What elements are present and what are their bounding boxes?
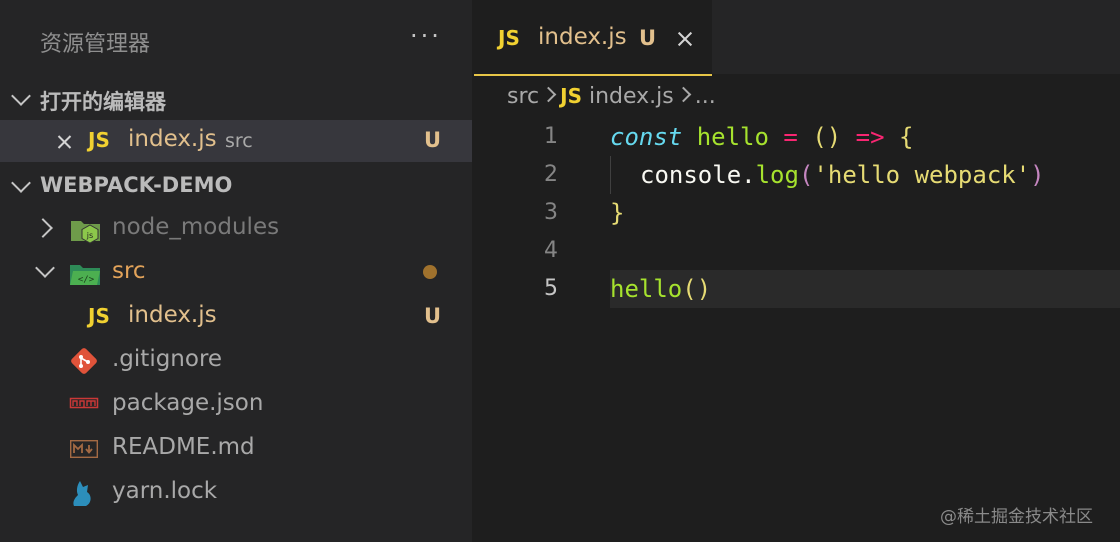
tree-item-label: index.js bbox=[128, 302, 217, 328]
code-line[interactable]: 2 console.log('hello webpack') bbox=[474, 156, 1120, 194]
tree-item-src[interactable]: </> src bbox=[0, 252, 472, 294]
node-folder-icon: js bbox=[71, 221, 100, 244]
tab-filename: index.js bbox=[538, 24, 627, 50]
breadcrumb-file[interactable]: index.js bbox=[589, 84, 674, 109]
tree-item-label: .gitignore bbox=[112, 346, 223, 372]
code-text: const hello = () => { bbox=[610, 123, 914, 151]
tree-item-label: src bbox=[112, 258, 146, 284]
untracked-badge: U bbox=[424, 304, 442, 328]
chevron-right-icon bbox=[33, 218, 53, 238]
chevron-down-icon bbox=[11, 86, 31, 106]
tree-item-readme[interactable]: README.md bbox=[0, 428, 472, 470]
tree-item-index-js[interactable]: JS index.js U bbox=[0, 296, 472, 338]
open-editor-folder: src bbox=[225, 130, 253, 152]
code-text: console.log('hello webpack') bbox=[640, 161, 1045, 189]
src-folder-icon: </> bbox=[70, 265, 100, 285]
explorer-sidebar: 资源管理器 ··· 打开的编辑器 JS index.js src U WEBPA… bbox=[0, 0, 472, 542]
git-icon bbox=[71, 348, 97, 374]
tree-item-label: node_modules bbox=[112, 214, 280, 240]
modified-indicator-dot bbox=[423, 265, 437, 279]
line-number: 2 bbox=[544, 162, 558, 187]
explorer-header: 资源管理器 ··· bbox=[0, 0, 472, 80]
tree-item-label: yarn.lock bbox=[112, 478, 218, 504]
explorer-title: 资源管理器 bbox=[40, 32, 151, 57]
project-label: WEBPACK-DEMO bbox=[40, 173, 233, 197]
open-editors-section-header[interactable]: 打开的编辑器 bbox=[0, 78, 472, 118]
open-editor-item-index-js[interactable]: JS index.js src U bbox=[0, 120, 472, 162]
more-actions-icon[interactable]: ··· bbox=[410, 22, 442, 50]
chevron-down-icon bbox=[11, 173, 31, 193]
close-icon[interactable] bbox=[56, 132, 73, 149]
javascript-file-icon: JS bbox=[88, 128, 110, 152]
line-number: 4 bbox=[544, 238, 558, 263]
chevron-down-icon bbox=[35, 258, 55, 278]
open-editor-filename: index.js bbox=[128, 126, 217, 152]
indent-guide bbox=[610, 156, 611, 194]
line-number: 3 bbox=[544, 200, 558, 225]
watermark: @稀土掘金技术社区 bbox=[940, 507, 1093, 527]
breadcrumb: src JS index.js... bbox=[507, 84, 716, 112]
npm-icon bbox=[69, 397, 99, 409]
code-line-current[interactable]: 5 hello() bbox=[474, 270, 1120, 308]
tree-item-label: README.md bbox=[112, 434, 255, 460]
tree-item-package-json[interactable]: package.json bbox=[0, 384, 472, 426]
breadcrumb-more[interactable]: ... bbox=[695, 84, 716, 109]
code-text: hello() bbox=[610, 275, 712, 303]
tab-close-icon[interactable] bbox=[676, 29, 694, 47]
tree-item-yarn-lock[interactable]: yarn.lock bbox=[0, 472, 472, 514]
untracked-badge: U bbox=[424, 128, 442, 152]
line-number: 5 bbox=[544, 276, 558, 301]
code-text: } bbox=[610, 199, 625, 227]
project-section-header[interactable]: WEBPACK-DEMO bbox=[0, 165, 472, 205]
svg-text:js: js bbox=[86, 231, 93, 240]
tab-untracked-badge: U bbox=[639, 26, 657, 50]
tab-index-js[interactable]: JS index.js U bbox=[474, 0, 712, 76]
chevron-right-icon bbox=[540, 86, 557, 103]
editor-tab-bar: JS index.js U bbox=[474, 0, 1120, 76]
markdown-icon bbox=[69, 439, 99, 459]
yarn-icon bbox=[73, 481, 91, 506]
breadcrumb-folder[interactable]: src bbox=[507, 84, 539, 109]
chevron-right-icon bbox=[675, 86, 692, 103]
tree-item-node-modules[interactable]: js node_modules bbox=[0, 208, 472, 250]
line-number: 1 bbox=[544, 124, 558, 149]
javascript-file-icon: JS bbox=[498, 26, 520, 50]
tree-item-label: package.json bbox=[112, 390, 264, 416]
javascript-file-icon: JS bbox=[560, 84, 582, 108]
code-line[interactable]: 3 } bbox=[474, 194, 1120, 232]
code-line[interactable]: 4 bbox=[474, 232, 1120, 270]
javascript-file-icon: JS bbox=[88, 304, 110, 328]
code-line[interactable]: 1 const hello = () => { bbox=[474, 118, 1120, 156]
svg-text:</>: </> bbox=[78, 275, 95, 285]
tree-item-gitignore[interactable]: .gitignore bbox=[0, 340, 472, 382]
open-editors-label: 打开的编辑器 bbox=[40, 90, 166, 114]
